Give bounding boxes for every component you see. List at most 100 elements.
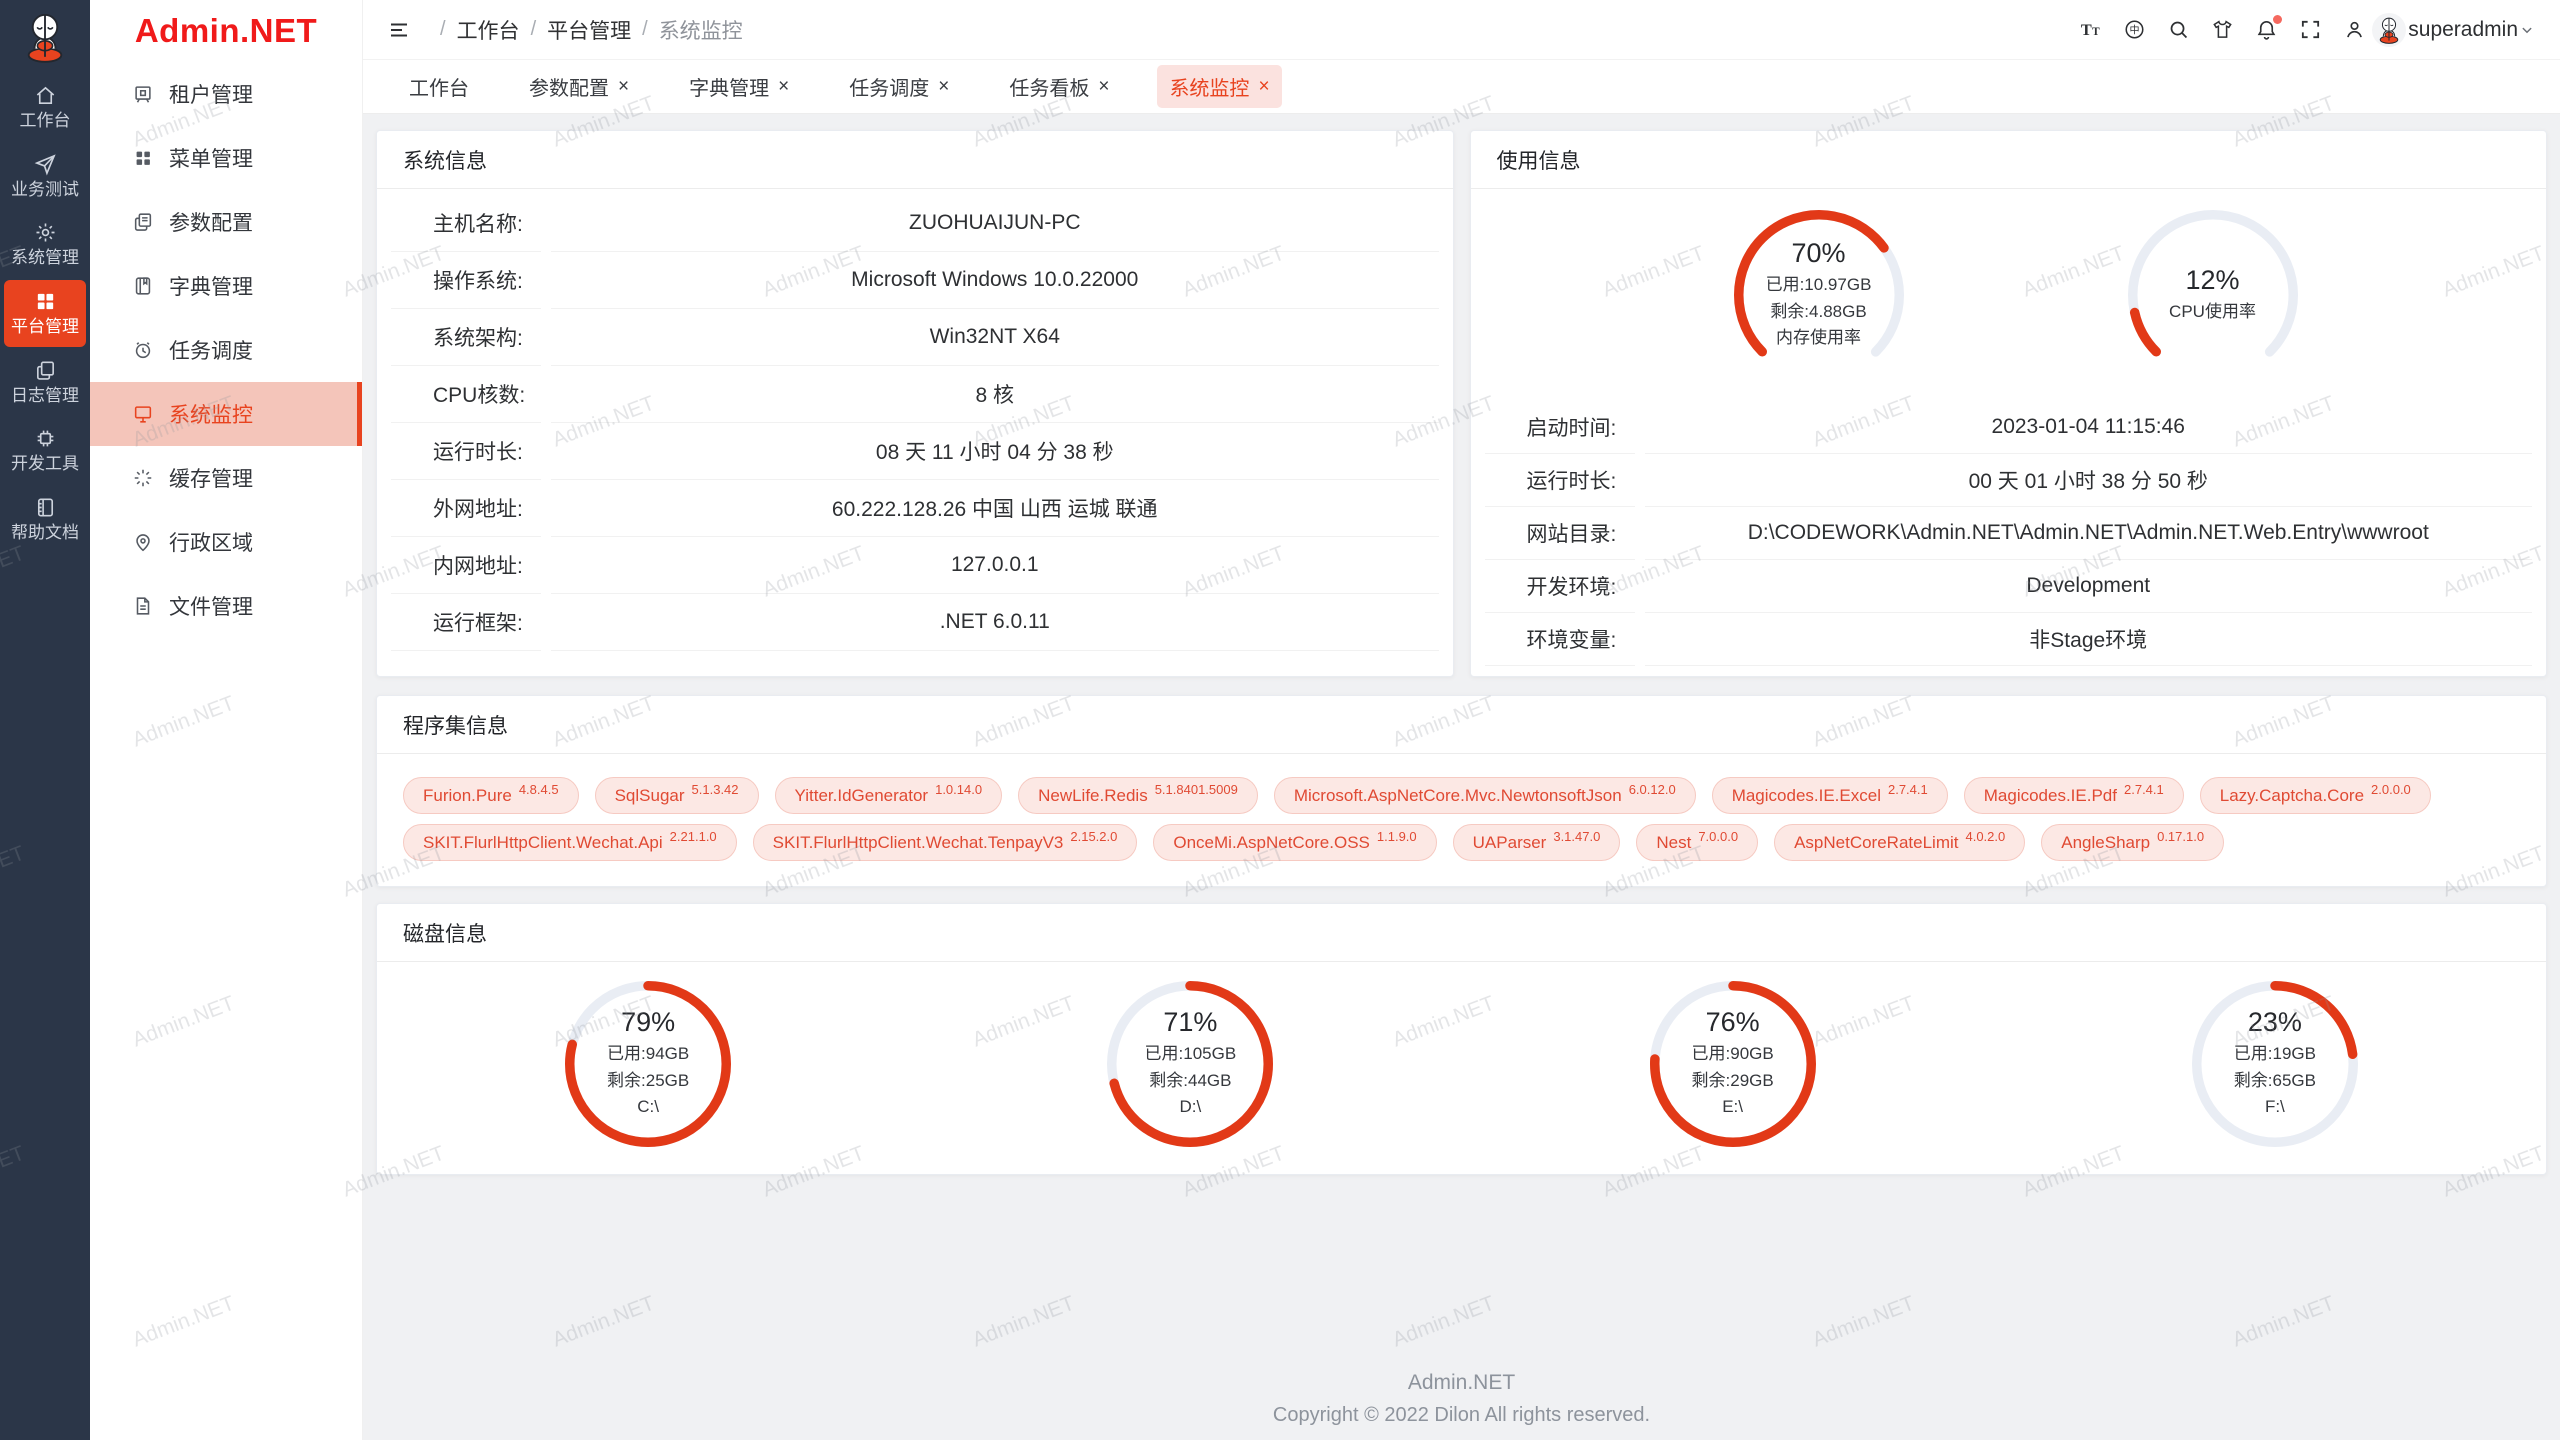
disk-donuts: 79% 已用:94GB 剩余:25GB C:\ 71% — [377, 962, 2546, 1174]
user-avatar[interactable] — [2372, 13, 2406, 47]
info-row: 内网地址: 127.0.0.1 — [391, 537, 1439, 594]
app-logo[interactable] — [14, 6, 76, 68]
tab-bar: 工作台 参数配置 × 字典管理 × 任务调度 × — [363, 60, 2560, 114]
info-label: 环境变量: — [1485, 613, 1635, 666]
info-value: 非Stage环境 — [1645, 613, 2533, 666]
gauge-percent: 70% — [1791, 238, 1845, 269]
username[interactable]: superadmin — [2408, 18, 2518, 42]
sidebar-item-help-docs[interactable]: 帮助文档 — [4, 486, 86, 553]
system-info-card: 系统信息 主机名称: ZUOHUAIJUN-PC 操作系统: Microsoft… — [376, 130, 1454, 677]
copy-icon — [34, 359, 57, 382]
menu-item-cache-mgmt[interactable]: 缓存管理 — [90, 446, 362, 510]
info-label: 主机名称: — [391, 195, 541, 252]
tab-dict-mgmt[interactable]: 字典管理 × — [677, 65, 801, 108]
gauge-percent: 12% — [2185, 265, 2239, 296]
close-icon[interactable]: × — [1258, 77, 1269, 96]
chevron-down-icon[interactable] — [2518, 21, 2536, 39]
assembly-tag[interactable]: SqlSugar 5.1.3.42 — [595, 777, 759, 814]
card-title: 磁盘信息 — [377, 904, 2546, 962]
assembly-tag[interactable]: Nest 7.0.0.0 — [1636, 824, 1758, 861]
close-icon[interactable]: × — [618, 77, 629, 96]
assembly-tag[interactable]: SKIT.FlurlHttpClient.Wechat.TenpayV3 2.1… — [753, 824, 1138, 861]
disk-free: 剩余:44GB — [1149, 1068, 1231, 1094]
chip-icon — [34, 427, 57, 450]
assembly-name: SKIT.FlurlHttpClient.Wechat.Api — [423, 825, 663, 860]
info-row: CPU核数: 8 核 — [391, 366, 1439, 423]
topbar-action-profile[interactable] — [2343, 18, 2366, 41]
menu-item-dict-mgmt[interactable]: 字典管理 — [90, 254, 362, 318]
sidebar-item-workbench[interactable]: 工作台 — [4, 74, 86, 141]
sidebar-item-dev-tools[interactable]: 开发工具 — [4, 417, 86, 484]
topbar-actions: TT 中 — [2079, 18, 2366, 41]
close-icon[interactable]: × — [778, 77, 789, 96]
assembly-tag[interactable]: SKIT.FlurlHttpClient.Wechat.Api 2.21.1.0 — [403, 824, 737, 861]
menu-item-label: 租户管理 — [169, 79, 253, 109]
assembly-tag[interactable]: Magicodes.IE.Pdf 2.7.4.1 — [1964, 777, 2184, 814]
close-icon[interactable]: × — [938, 77, 949, 96]
tab-param-config[interactable]: 参数配置 × — [517, 65, 641, 108]
close-icon[interactable]: × — [1098, 77, 1109, 96]
breadcrumb-item-system-monitor[interactable]: / 系统监控 — [631, 15, 743, 45]
sidebar-item-label: 业务测试 — [11, 181, 79, 200]
assembly-tag[interactable]: AspNetCoreRateLimit 4.0.2.0 — [1774, 824, 2025, 861]
mascot-icon — [2374, 15, 2404, 45]
assembly-tag[interactable]: AngleSharp 0.17.1.0 — [2041, 824, 2224, 861]
assembly-tag[interactable]: Magicodes.IE.Excel 2.7.4.1 — [1712, 777, 1948, 814]
svg-text:T: T — [2092, 26, 2100, 38]
secondary-sidebar: Admin.NET 租户管理 菜单管理 参数配置 — [90, 0, 363, 1440]
menu-item-system-monitor[interactable]: 系统监控 — [90, 382, 362, 446]
assembly-tag[interactable]: Microsoft.AspNetCore.Mvc.NewtonsoftJson … — [1274, 777, 1696, 814]
assembly-tag[interactable]: NewLife.Redis 5.1.8401.5009 — [1018, 777, 1258, 814]
sidebar-item-business-test[interactable]: 业务测试 — [4, 143, 86, 210]
info-label: 网站目录: — [1485, 507, 1635, 560]
svg-text:中: 中 — [2130, 23, 2140, 36]
menu-item-tenant-mgmt[interactable]: 租户管理 — [90, 62, 362, 126]
menu-item-task-schedule[interactable]: 任务调度 — [90, 318, 362, 382]
collapse-menu-icon[interactable] — [387, 18, 411, 42]
topbar-action-search[interactable] — [2167, 18, 2190, 41]
dict-icon — [132, 275, 154, 297]
tab-workbench[interactable]: 工作台 — [397, 65, 481, 108]
topbar-action-language[interactable]: 中 — [2123, 18, 2146, 41]
svg-text:T: T — [2081, 20, 2092, 39]
topbar-action-font-size[interactable]: TT — [2079, 18, 2102, 41]
tab-task-board[interactable]: 任务看板 × — [997, 65, 1121, 108]
topbar-action-fullscreen[interactable] — [2299, 18, 2322, 41]
topbar-action-notification[interactable] — [2255, 18, 2278, 41]
mascot-icon — [17, 9, 73, 65]
menu-item-menu-mgmt[interactable]: 菜单管理 — [90, 126, 362, 190]
sidebar-item-label: 开发工具 — [11, 455, 79, 474]
info-value: 00 天 01 小时 38 分 50 秒 — [1645, 454, 2533, 507]
sidebar-item-log-mgmt[interactable]: 日志管理 — [4, 349, 86, 416]
assembly-name: Nest — [1656, 825, 1691, 860]
info-label: 开发环境: — [1485, 560, 1635, 613]
sidebar-item-label: 帮助文档 — [11, 524, 79, 543]
assembly-tag[interactable]: UAParser 3.1.47.0 — [1453, 824, 1621, 861]
menu-item-file-mgmt[interactable]: 文件管理 — [90, 574, 362, 638]
topbar-action-theme[interactable] — [2211, 18, 2234, 41]
info-label: 操作系统: — [391, 252, 541, 309]
page-content: 系统信息 主机名称: ZUOHUAIJUN-PC 操作系统: Microsoft… — [363, 114, 2560, 1440]
assembly-name: SqlSugar — [615, 778, 685, 813]
assembly-tag[interactable]: OnceMi.AspNetCore.OSS 1.1.9.0 — [1153, 824, 1436, 861]
disk-usage-donut: 76% 已用:90GB 剩余:29GB E:\ — [1649, 980, 1817, 1148]
assembly-tag[interactable]: Furion.Pure 4.8.4.5 — [403, 777, 579, 814]
tab-system-monitor[interactable]: 系统监控 × — [1157, 65, 1281, 108]
menu-item-region[interactable]: 行政区域 — [90, 510, 362, 574]
assembly-tag[interactable]: Yitter.IdGenerator 1.0.14.0 — [775, 777, 1003, 814]
breadcrumb-item-platform-mgmt[interactable]: / 平台管理 — [520, 15, 632, 45]
menu-item-param-config[interactable]: 参数配置 — [90, 190, 362, 254]
info-label: 运行时长: — [391, 423, 541, 480]
card-title: 程序集信息 — [377, 696, 2546, 754]
tab-task-schedule[interactable]: 任务调度 × — [837, 65, 961, 108]
info-value: 8 核 — [551, 366, 1439, 423]
assembly-tag[interactable]: Lazy.Captcha.Core 2.0.0.0 — [2200, 777, 2431, 814]
footer-app-name: Admin.NET — [376, 1371, 2547, 1395]
sidebar-item-platform-mgmt[interactable]: 平台管理 — [4, 280, 86, 347]
secondary-nav: 租户管理 菜单管理 参数配置 字典管理 — [90, 62, 362, 638]
send-icon — [34, 153, 57, 176]
sidebar-item-system-mgmt[interactable]: 系统管理 — [4, 211, 86, 278]
main-area: / 工作台 / 平台管理 / 系统监控 TT — [363, 0, 2560, 1440]
info-row: 启动时间: 2023-01-04 11:15:46 — [1485, 401, 2533, 454]
breadcrumb-item-workbench[interactable]: / 工作台 — [429, 15, 520, 45]
